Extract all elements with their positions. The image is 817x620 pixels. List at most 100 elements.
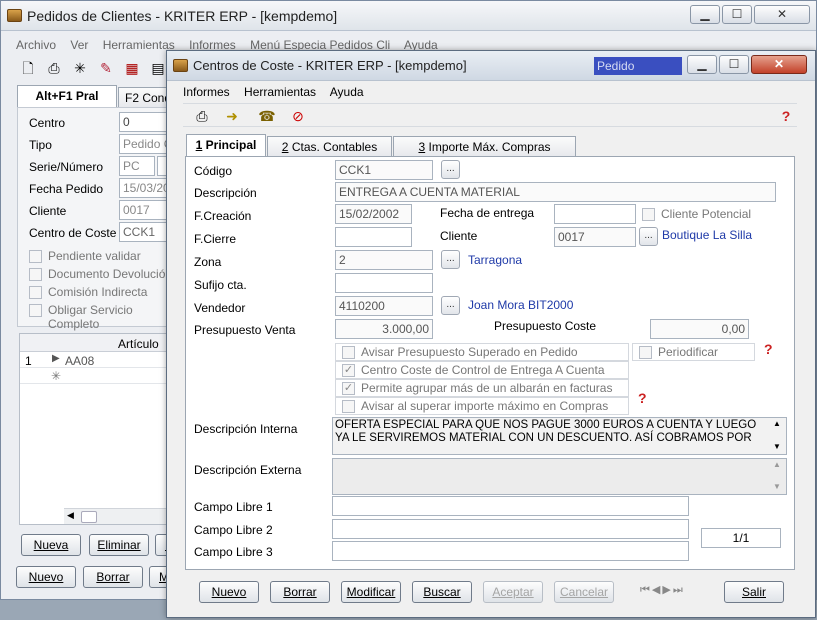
back-label-serie: Serie/Número xyxy=(29,160,104,174)
option-row: ✓ Centro Coste de Control de Entrega A C… xyxy=(335,361,629,379)
campo1-field[interactable] xyxy=(332,496,689,516)
tab-pral[interactable]: Alt+F1 Pral xyxy=(17,85,117,108)
back-check-pendiente[interactable] xyxy=(29,250,42,263)
codigo-lookup-button[interactable]: ... xyxy=(441,160,460,179)
vendedor-lookup-button[interactable]: ... xyxy=(441,296,460,315)
importe-help-icon[interactable]: ? xyxy=(638,390,647,406)
nueva-button[interactable]: Nueva xyxy=(21,534,81,556)
fcierre-field[interactable] xyxy=(335,227,412,247)
fecha-entrega-field[interactable] xyxy=(554,204,636,224)
descripcion-field[interactable]: ENTREGA A CUENTA MATERIAL xyxy=(335,182,776,202)
back-check-obligar[interactable] xyxy=(29,304,42,317)
front-window-title: Centros de Coste - KRITER ERP - [kempdem… xyxy=(193,58,467,73)
desc-interna-textarea[interactable]: OFERTA ESPECIAL PARA QUE NOS PAGUE 3000 … xyxy=(332,417,787,455)
cliente-lookup-button[interactable]: ... xyxy=(639,227,658,246)
scroll-left-icon[interactable]: ◀ xyxy=(67,510,74,521)
campo3-field[interactable] xyxy=(332,541,689,561)
desc-externa-scroll-down-icon[interactable]: ▼ xyxy=(773,482,781,491)
calculator-icon[interactable]: ▦ xyxy=(123,59,141,77)
close-icon[interactable]: ✕ xyxy=(754,5,810,24)
salir-button[interactable]: Salir xyxy=(724,581,784,603)
eliminar-button[interactable]: Eliminar xyxy=(89,534,149,556)
sufijo-field[interactable] xyxy=(335,273,433,293)
export-icon[interactable]: ➜ xyxy=(223,107,241,125)
menu-ver[interactable]: Ver xyxy=(70,38,88,52)
zona-field[interactable]: 2 xyxy=(335,250,433,270)
grid-icon[interactable]: ▤ xyxy=(149,59,167,77)
prev-record-icon[interactable]: ◀ xyxy=(652,584,660,596)
back-titlebar[interactable]: Pedidos de Clientes - KRITER ERP - [kemp… xyxy=(1,1,816,31)
label-cliente: Cliente xyxy=(440,229,478,243)
print-icon[interactable]: ⎙ xyxy=(45,59,63,77)
cliente-field[interactable]: 0017 xyxy=(554,227,636,247)
menu-informes[interactable]: Informes xyxy=(183,85,230,99)
back-borrar-button[interactable]: Borrar xyxy=(83,566,143,588)
desc-interna-scroll-up-icon[interactable]: ▲ xyxy=(773,419,781,428)
tab-principal[interactable]: 1 Principal xyxy=(186,134,266,157)
help-icon[interactable]: ? xyxy=(777,107,795,125)
maximize-icon[interactable]: ☐ xyxy=(722,5,752,24)
menu-herramientas[interactable]: Herramientas xyxy=(244,85,316,99)
maximize-icon[interactable]: ☐ xyxy=(719,55,749,74)
presupuesto-venta-field[interactable]: 3.000,00 xyxy=(335,319,433,339)
permite-agrupar-checkbox[interactable]: ✓ xyxy=(342,382,355,395)
vendedor-field[interactable]: 4110200 xyxy=(335,296,433,316)
phone-icon[interactable]: ☎ xyxy=(258,107,276,125)
back-field-serie[interactable]: PC xyxy=(119,156,155,176)
label-presupuesto-venta: Presupuesto Venta xyxy=(194,323,296,337)
menu-archivo[interactable]: Archivo xyxy=(16,38,56,52)
nuevo-button[interactable]: Nuevo xyxy=(199,581,259,603)
avisar-importe-label: Avisar al superar importe máximo en Comp… xyxy=(361,399,609,413)
modificar-button[interactable]: Modificar xyxy=(341,581,401,603)
minimize-icon[interactable]: ▁ xyxy=(687,55,717,74)
vendedor-name: Joan Mora BIT2000 xyxy=(468,298,574,312)
app-icon xyxy=(173,59,188,72)
back-check-devolucion[interactable] xyxy=(29,268,42,281)
preview-icon[interactable]: 🗋 xyxy=(19,59,37,77)
cliente-potencial-checkbox[interactable] xyxy=(642,208,655,221)
campo2-field[interactable] xyxy=(332,519,689,539)
centro-coste-control-checkbox[interactable]: ✓ xyxy=(342,364,355,377)
first-record-icon[interactable]: ⏮ xyxy=(640,584,650,596)
desc-externa-scroll-up-icon[interactable]: ▲ xyxy=(773,460,781,469)
tab-ctas-contables[interactable]: 2 Ctas. Contables xyxy=(267,136,392,157)
close-icon[interactable]: ✕ xyxy=(751,55,807,74)
desc-interna-scroll-down-icon[interactable]: ▼ xyxy=(773,442,781,451)
last-record-icon[interactable]: ⏭ xyxy=(673,584,683,596)
back-window-title: Pedidos de Clientes - KRITER ERP - [kemp… xyxy=(27,8,338,24)
next-record-icon[interactable]: ▶ xyxy=(662,584,670,596)
fcreacion-field[interactable]: 15/02/2002 xyxy=(335,204,412,224)
desc-externa-textarea[interactable]: ▲ ▼ xyxy=(332,458,787,495)
menu-ayuda[interactable]: Ayuda xyxy=(330,85,364,99)
aceptar-button[interactable]: Aceptar xyxy=(483,581,543,603)
print-icon[interactable]: ⎙ xyxy=(193,107,211,125)
edit-icon[interactable]: ✎ xyxy=(97,59,115,77)
back-check-comision[interactable] xyxy=(29,286,42,299)
menu-herramientas[interactable]: Herramientas xyxy=(103,38,175,52)
label-fecha-entrega: Fecha de entrega xyxy=(440,206,535,220)
borrar-button[interactable]: Borrar xyxy=(270,581,330,603)
periodificar-help-icon[interactable]: ? xyxy=(764,341,773,357)
row-articulo[interactable]: AA08 xyxy=(65,354,94,368)
scroll-thumb[interactable] xyxy=(81,511,97,523)
cancelar-button[interactable]: Cancelar xyxy=(554,581,614,603)
zona-lookup-button[interactable]: ... xyxy=(441,250,460,269)
minimize-icon[interactable]: ▁ xyxy=(690,5,720,24)
avisar-presupuesto-checkbox[interactable] xyxy=(342,346,355,359)
table-row[interactable]: 1 ▶ AA08 xyxy=(20,353,176,368)
grid-header-articulo: Artículo xyxy=(118,337,159,351)
asterisk-icon[interactable]: ✳ xyxy=(71,59,89,77)
avisar-importe-checkbox[interactable] xyxy=(342,400,355,413)
periodificar-checkbox[interactable] xyxy=(639,346,652,359)
cancel-icon[interactable]: ⊘ xyxy=(289,107,307,125)
front-titlebar[interactable]: Centros de Coste - KRITER ERP - [kempdem… xyxy=(167,51,815,81)
table-row-new[interactable]: ✳ xyxy=(20,369,176,384)
grid-hscroll[interactable]: ◀ xyxy=(64,508,176,524)
back-form: Centro 0 Tipo Pedido Cli Serie/Número PC… xyxy=(17,107,179,331)
buscar-button[interactable]: Buscar xyxy=(412,581,472,603)
back-nuevo-button[interactable]: Nuevo xyxy=(16,566,76,588)
presupuesto-coste-field[interactable]: 0,00 xyxy=(650,319,749,339)
codigo-field[interactable]: CCK1 xyxy=(335,160,433,180)
back-label-centro: Centro xyxy=(29,116,66,130)
tab-importe-max[interactable]: 3 Importe Máx. Compras xyxy=(393,136,576,157)
